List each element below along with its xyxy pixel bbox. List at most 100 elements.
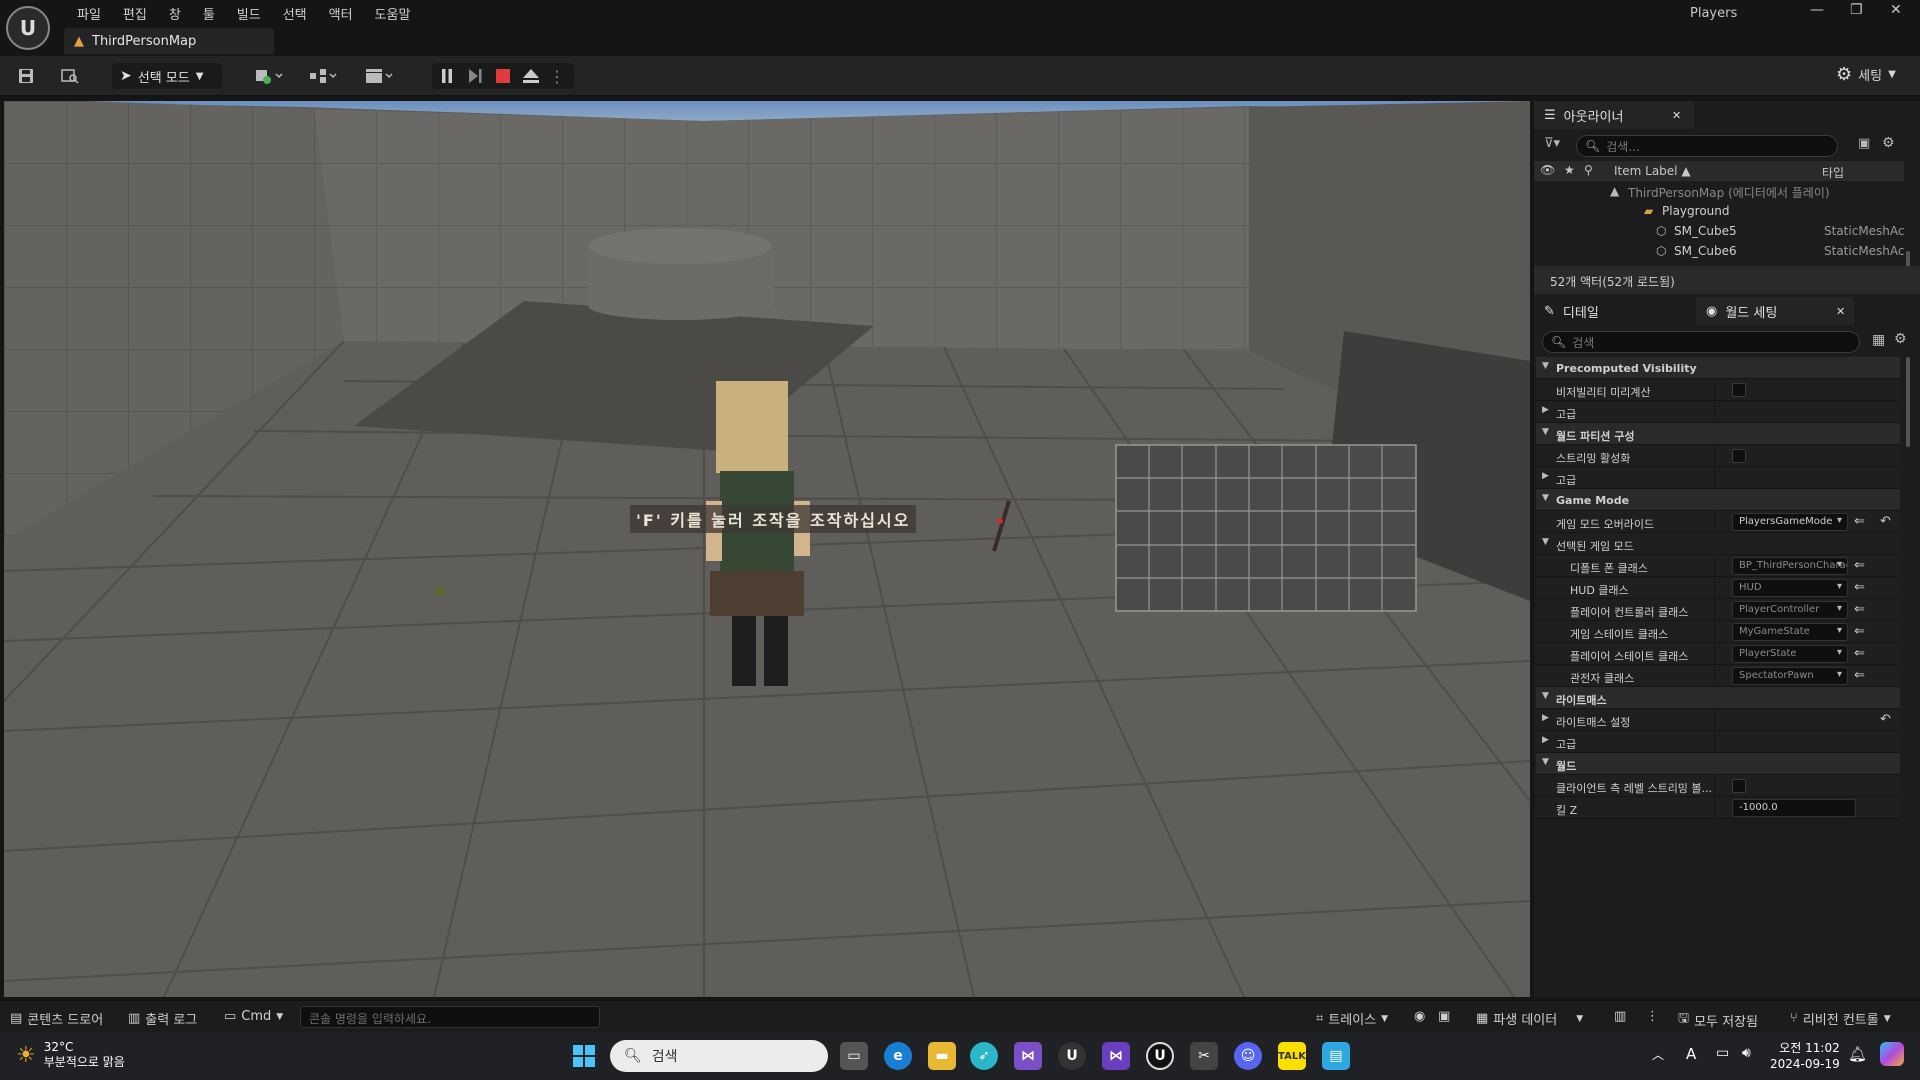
browse-to-asset-icon[interactable]: ⇐ — [1854, 668, 1865, 683]
property-row[interactable]: ▶ 라이트매스 설정 ↶ — [1536, 709, 1900, 731]
minimize-icon[interactable]: — — [1810, 2, 1824, 18]
property-category[interactable]: ▼ 월드 — [1536, 753, 1900, 775]
browse-to-asset-icon[interactable]: ⇐ — [1854, 646, 1865, 661]
blueprint-icon[interactable] — [306, 64, 342, 88]
system-clock[interactable]: 오전 11:02 2024-09-19 — [1770, 1040, 1840, 1072]
eject-icon[interactable] — [520, 64, 542, 88]
property-category[interactable]: ▼ 월드 파티션 구성 — [1536, 423, 1900, 445]
output-log-button[interactable]: ▥ 출력 로그 — [128, 1009, 197, 1028]
expand-arrow-icon[interactable]: ▼ — [1542, 427, 1549, 437]
menu-item[interactable]: 액터 — [318, 2, 364, 25]
record-icon[interactable]: ◉ — [1414, 1009, 1425, 1024]
browse-to-asset-icon[interactable]: ⇐ — [1854, 624, 1865, 639]
gear-icon[interactable]: ⚙ — [1894, 331, 1907, 347]
cinematics-icon[interactable] — [362, 64, 398, 88]
visibility-icon[interactable]: 👁︎ — [1540, 163, 1555, 177]
pin-icon[interactable]: ⚲ — [1584, 163, 1593, 177]
save-icon[interactable] — [14, 64, 38, 88]
console-input[interactable]: 콘솔 명령을 입력하세요. — [300, 1006, 600, 1028]
details-search-input[interactable]: 🔍︎ 검색 — [1542, 331, 1860, 353]
edge-icon[interactable]: e — [884, 1042, 912, 1070]
unreal-editor-icon[interactable]: U — [1146, 1042, 1174, 1070]
class-dropdown[interactable]: MyGameState ▾ — [1732, 623, 1848, 641]
discord-icon[interactable]: ☺ — [1234, 1042, 1262, 1070]
gear-icon[interactable]: ⚙ — [1882, 135, 1895, 151]
pause-icon[interactable] — [436, 64, 458, 88]
level-viewport[interactable]: 'F' 키를 눌러 조작을 조작하십시오 — [4, 101, 1530, 997]
more-options-icon[interactable]: ⋮ — [548, 64, 566, 88]
column-divider[interactable] — [1714, 665, 1715, 687]
browse-to-asset-icon[interactable]: ⇐ — [1854, 602, 1865, 617]
star-icon[interactable]: ★ — [1564, 163, 1575, 177]
column-divider[interactable] — [1714, 379, 1715, 401]
menu-item[interactable]: 파일 — [66, 2, 112, 25]
more-options-icon[interactable]: ⋮ — [1646, 1009, 1659, 1024]
number-field[interactable]: -1000.0 — [1732, 799, 1856, 817]
outliner-row[interactable]: ▰ Playground — [1534, 201, 1904, 221]
column-divider[interactable] — [1714, 621, 1715, 643]
windows-start-icon[interactable] — [570, 1042, 598, 1070]
menu-item[interactable]: 빌드 — [226, 2, 272, 25]
expand-arrow-icon[interactable]: ▼ — [1542, 757, 1549, 767]
step-icon[interactable] — [464, 64, 486, 88]
property-category[interactable]: ▼ Precomputed Visibility — [1536, 357, 1900, 379]
derived-data-button[interactable]: ▦ 파생 데이터 ▼ — [1476, 1009, 1583, 1028]
expand-arrow-icon[interactable]: ▼ — [1542, 691, 1549, 701]
browse-to-asset-icon[interactable]: ⇐ — [1854, 514, 1865, 529]
collapse-arrow-icon[interactable]: ▶ — [1542, 713, 1549, 723]
property-checkbox[interactable] — [1732, 779, 1746, 793]
camera-icon[interactable]: ▣ — [1438, 1009, 1450, 1024]
close-icon[interactable]: ✕ — [1890, 2, 1902, 18]
outliner-row[interactable]: ⬡ SM_Cube5 StaticMeshActor — [1534, 221, 1904, 241]
content-drawer-button[interactable]: ▤ 콘텐츠 드로어 — [10, 1009, 103, 1028]
unreal-logo-icon[interactable]: U — [6, 6, 50, 50]
outliner-row[interactable]: ▲ ThirdPersonMap (에디터에서 플레이) — [1534, 181, 1904, 201]
taskbar-search[interactable]: 🔍︎ 검색 — [610, 1040, 828, 1072]
menu-item[interactable]: 선택 — [272, 2, 318, 25]
file-explorer-icon[interactable]: ▬ — [928, 1042, 956, 1070]
visual-studio-icon[interactable]: ⋈ — [1014, 1042, 1042, 1070]
visual-studio-2-icon[interactable]: ⋈ — [1102, 1042, 1130, 1070]
column-divider[interactable] — [1714, 709, 1715, 731]
column-divider[interactable] — [1714, 555, 1715, 577]
tray-chevron-icon[interactable]: ︿ — [1652, 1046, 1664, 1063]
reset-to-default-icon[interactable]: ↶ — [1880, 514, 1891, 529]
app-bird-icon[interactable]: ➶ — [970, 1042, 998, 1070]
browse-to-asset-icon[interactable]: ⇐ — [1854, 580, 1865, 595]
column-divider[interactable] — [1714, 643, 1715, 665]
revision-control-button[interactable]: ⑂ 리비전 컨트롤 ▼ — [1790, 1009, 1891, 1028]
reset-to-default-icon[interactable]: ↶ — [1880, 712, 1891, 727]
stop-icon[interactable] — [492, 64, 514, 88]
menu-item[interactable]: 편집 — [112, 2, 158, 25]
property-checkbox[interactable] — [1732, 449, 1746, 463]
expand-arrow-icon[interactable]: ▼ — [1542, 493, 1549, 503]
column-divider[interactable] — [1714, 467, 1715, 489]
ime-indicator-icon[interactable]: A — [1686, 1045, 1696, 1063]
copilot-icon[interactable] — [1880, 1042, 1904, 1066]
selection-mode-button[interactable]: ➤ 선택 모드 ▼ — [112, 63, 222, 89]
weather-widget[interactable]: ☀ 32°C 부분적으로 맑음 — [16, 1040, 125, 1070]
world-settings-tab[interactable]: ◉ 월드 세팅 ✕ — [1696, 297, 1854, 325]
notification-bell-icon[interactable]: 🔔︎ — [1848, 1045, 1867, 1063]
outliner-row[interactable]: ⬡ SM_Cube6 StaticMeshActor — [1534, 241, 1904, 261]
property-category[interactable]: ▼ Game Mode — [1536, 489, 1900, 511]
property-row[interactable]: ▶ 고급 — [1536, 401, 1900, 423]
column-divider[interactable] — [1714, 599, 1715, 621]
save-all-button[interactable]: 🖫 모두 저장됨 — [1678, 1009, 1758, 1031]
class-dropdown[interactable]: BP_ThirdPersonCharacter▾ — [1732, 557, 1848, 575]
volume-icon[interactable]: 🔊︎ — [1742, 1045, 1751, 1061]
menu-item[interactable]: 창 — [158, 2, 192, 25]
menu-item[interactable]: 툴 — [192, 2, 226, 25]
class-dropdown[interactable]: SpectatorPawn ▾ — [1732, 667, 1848, 685]
column-divider[interactable] — [1714, 577, 1715, 599]
restore-icon[interactable]: ❐ — [1850, 2, 1863, 18]
class-dropdown[interactable]: HUD ▾ — [1732, 579, 1848, 597]
settings-button[interactable]: ⚙ 세팅 ▼ — [1836, 64, 1896, 85]
column-divider[interactable] — [1714, 731, 1715, 753]
column-divider[interactable] — [1714, 401, 1715, 423]
class-dropdown[interactable]: PlayerController ▾ — [1732, 601, 1848, 619]
menu-item[interactable]: 도움말 — [364, 2, 422, 25]
task-view-icon[interactable]: ▭ — [840, 1042, 868, 1070]
notepad-icon[interactable]: ▤ — [1322, 1042, 1350, 1070]
close-icon[interactable]: ✕ — [1672, 109, 1681, 122]
